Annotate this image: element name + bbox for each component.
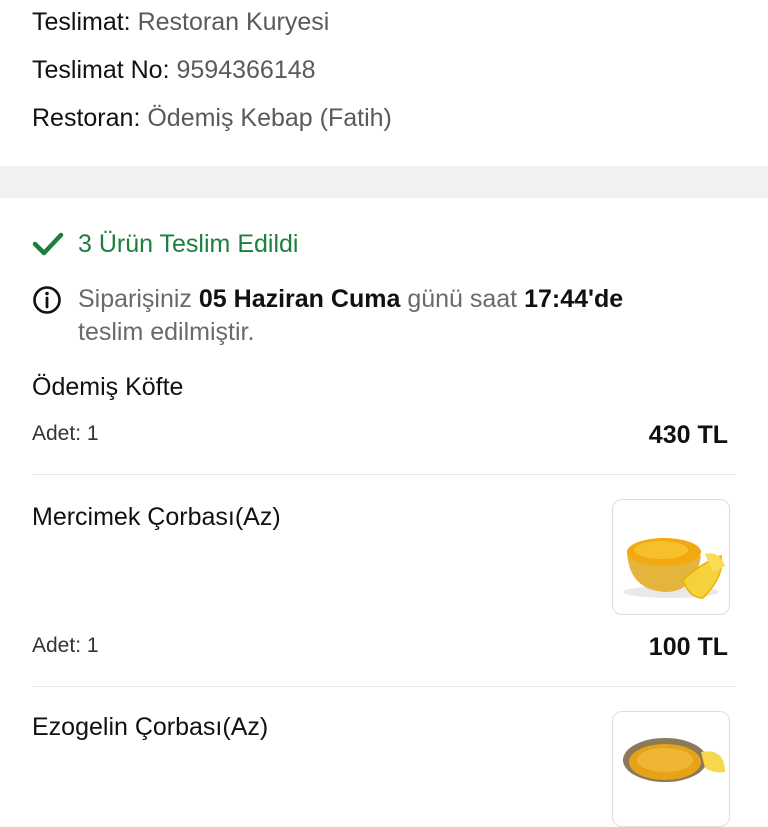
info-icon [33,286,61,314]
notice-suffix: teslim edilmiştir. [78,318,255,346]
delivery-type-label: Teslimat: [32,8,131,36]
soup-bowl-icon [623,738,725,782]
item-image[interactable] [612,499,730,615]
notice-prefix: Siparişiniz [78,285,192,313]
notice-text: Siparişiniz 05 Haziran Cuma günü saat 17… [78,283,623,349]
delivery-notice: Siparişiniz 05 Haziran Cuma günü saat 17… [32,283,692,349]
delivered-count-text: 3 Ürün Teslim Edildi [78,229,299,258]
delivery-time: 17:44'de [524,285,624,313]
item-separator [32,686,736,687]
restaurant-label: Restoran: [32,104,141,132]
item-image[interactable] [612,711,730,827]
delivery-number-value: 9594366148 [176,56,316,84]
item-name: Ödemiş Köfte [32,373,184,401]
notice-middle: günü saat [407,285,518,313]
delivery-date: 05 Haziran Cuma [198,285,401,313]
soup-bowl-icon [623,538,725,599]
item-quantity: Adet: 1 [32,422,99,445]
item-name: Mercimek Çorbası(Az) [32,503,281,531]
checkmark-icon [32,232,64,256]
item-quantity: Adet: 1 [32,634,99,657]
restaurant-row: Restoran: Ödemiş Kebap (Fatih) [32,104,392,133]
delivery-number-label: Teslimat No: [32,56,170,84]
restaurant-value: Ödemiş Kebap (Fatih) [147,104,392,132]
section-divider [0,166,768,198]
delivery-status: 3 Ürün Teslim Edildi [32,226,298,262]
delivery-type-value: Restoran Kuryesi [137,8,330,36]
item-price: 430 TL [648,421,728,449]
delivery-type-row: Teslimat: Restoran Kuryesi [32,8,329,37]
item-price: 100 TL [648,633,728,661]
item-separator [32,474,736,475]
item-name: Ezogelin Çorbası(Az) [32,713,269,741]
delivery-number-row: Teslimat No: 9594366148 [32,56,316,85]
